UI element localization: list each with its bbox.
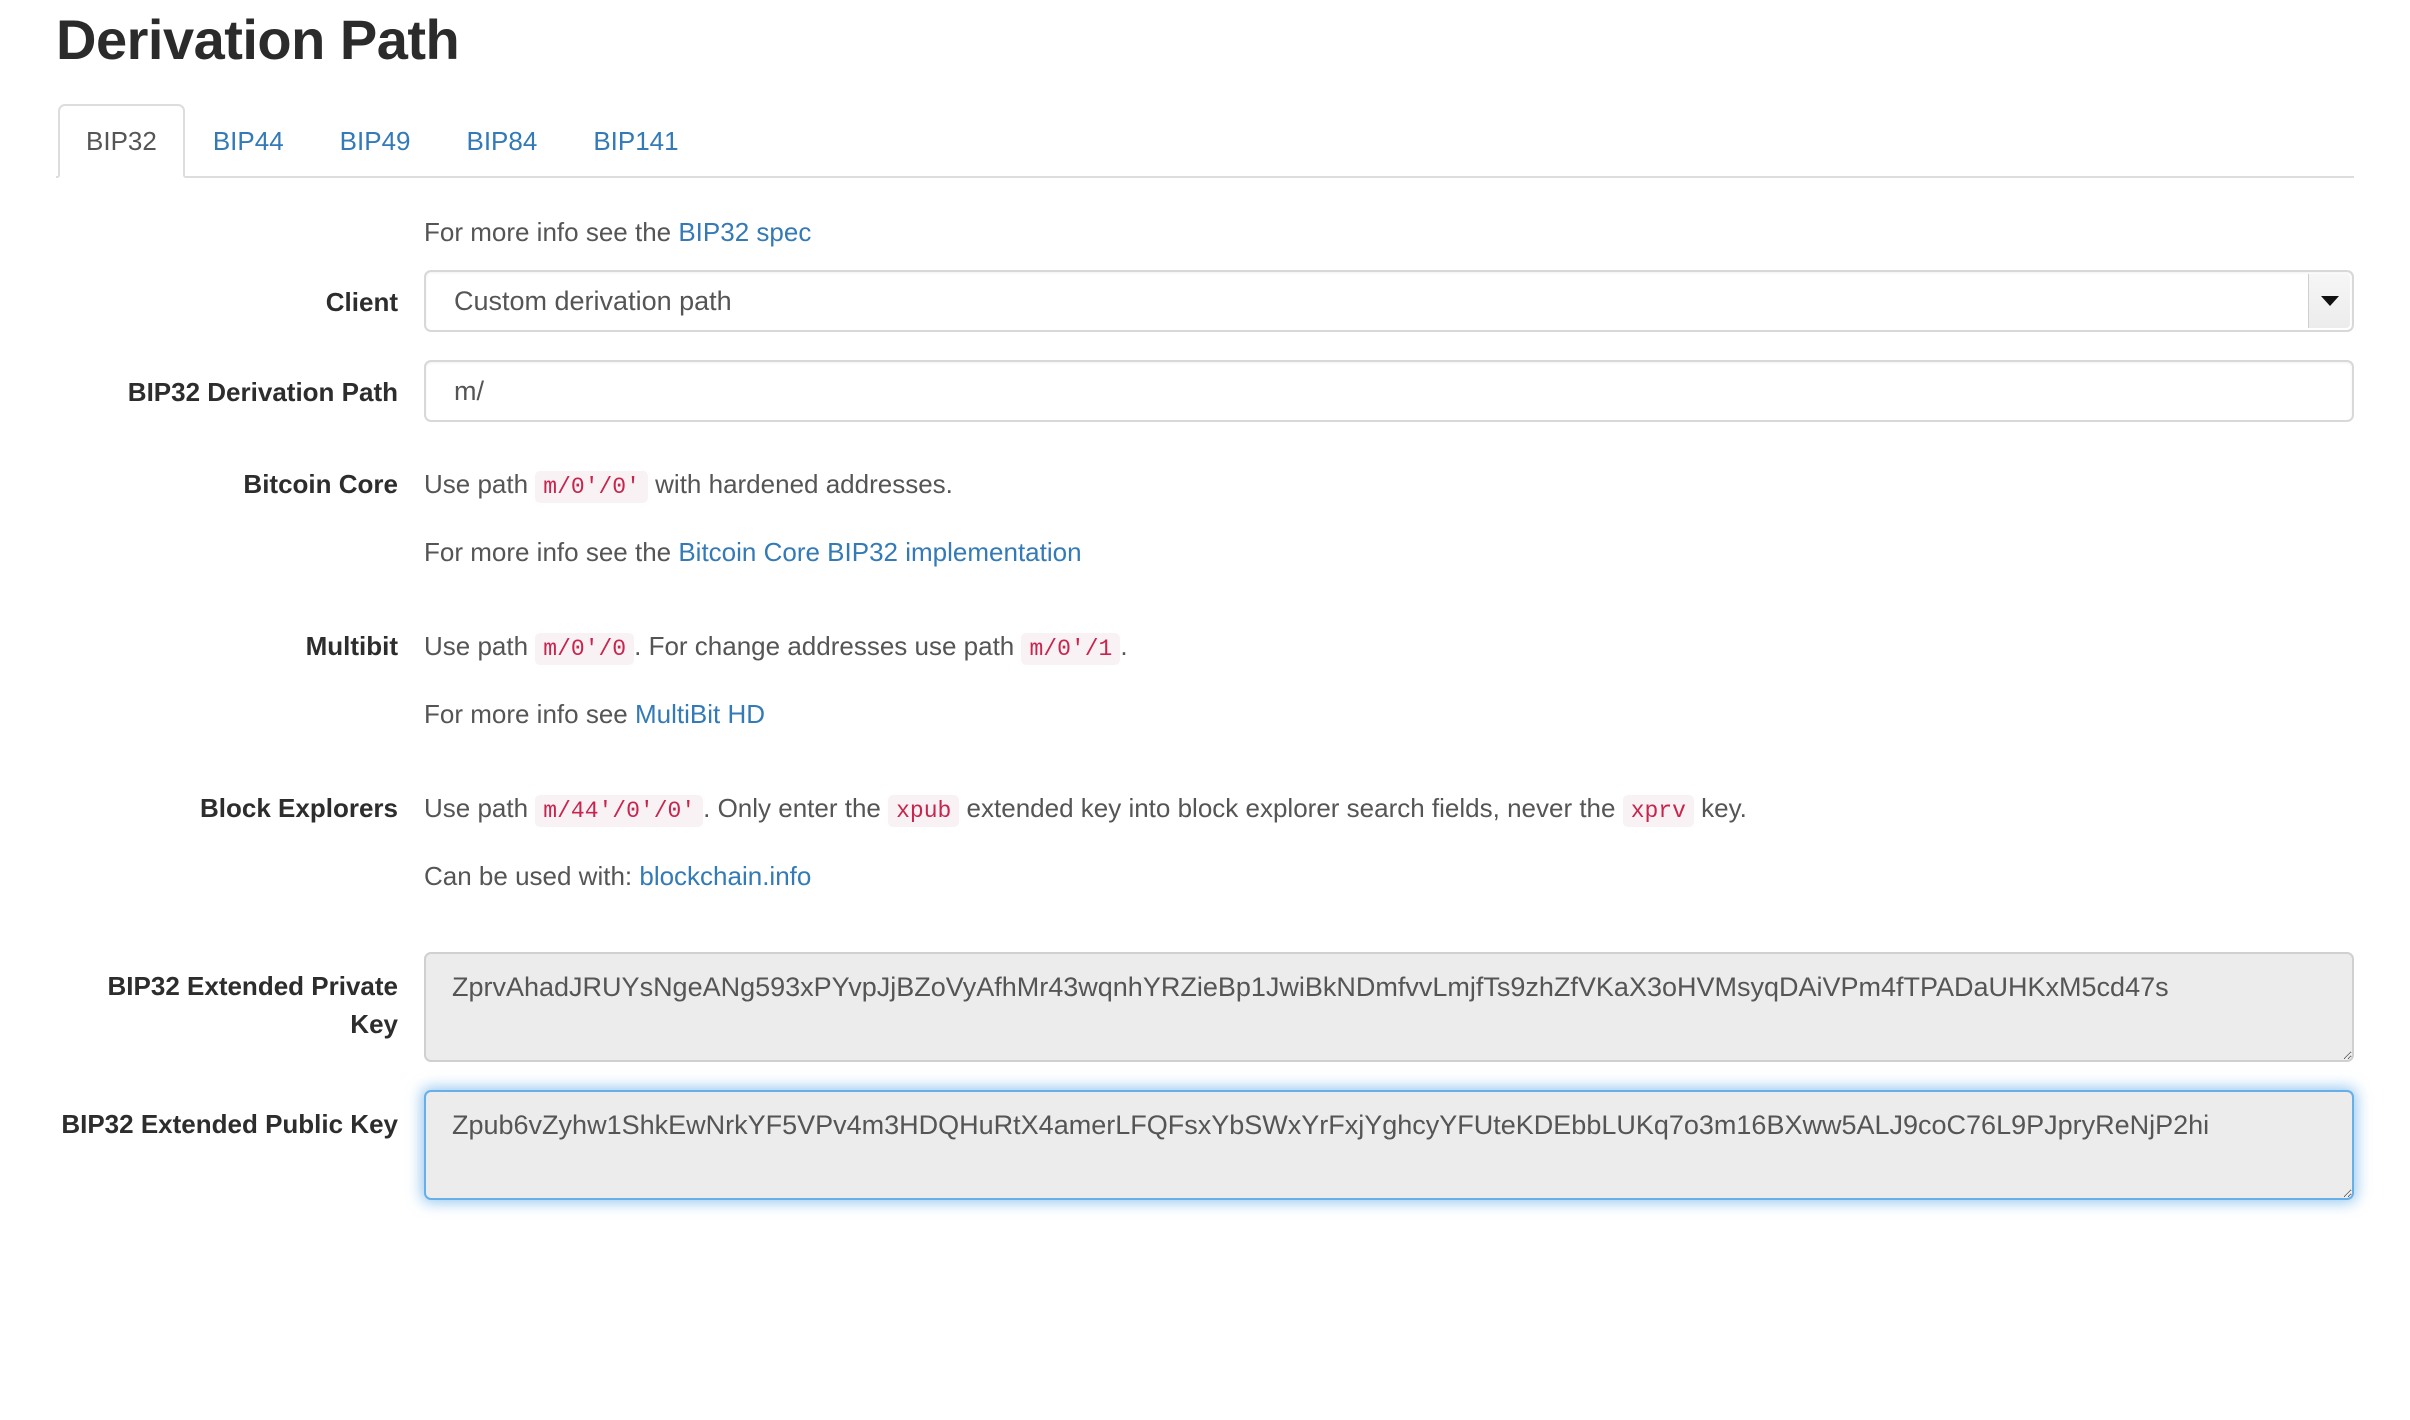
bitcoin-core-info-pre: For more info see the bbox=[424, 537, 679, 568]
xprv-code: xprv bbox=[1622, 795, 1694, 828]
spec-note-text: For more info see the bbox=[424, 217, 679, 248]
tab-bip141[interactable]: BIP141 bbox=[565, 104, 706, 178]
block-explorers-mid1: . Only enter the bbox=[703, 793, 889, 824]
multibit-post: . bbox=[1120, 631, 1128, 662]
spec-note: For more info see the BIP32 spec bbox=[424, 214, 2354, 252]
bitcoin-core-label: Bitcoin Core bbox=[243, 469, 398, 500]
block-explorers-pre: Use path bbox=[424, 793, 536, 824]
multibit-row: Multibit Use path m/0'/0. For change add… bbox=[56, 628, 2354, 734]
client-select[interactable]: Custom derivation path bbox=[424, 270, 2354, 333]
extended-public-key-row: BIP32 Extended Public Key Zpub6vZyhw1Shk… bbox=[56, 1090, 2354, 1201]
block-explorers-mid2: extended key into block explorer search … bbox=[959, 793, 1623, 824]
bitcoin-core-implementation-link[interactable]: Bitcoin Core BIP32 implementation bbox=[678, 537, 1081, 567]
extended-private-key-textarea[interactable]: ZprvAhadJRUYsNgeANg593xPYvpJjBZoVyAfhMr4… bbox=[424, 952, 2354, 1063]
block-explorers-path-code: m/44'/0'/0' bbox=[535, 795, 704, 828]
derivation-path-label: BIP32 Derivation Path bbox=[127, 377, 398, 408]
block-explorers-path-note: Use path m/44'/0'/0'. Only enter the xpu… bbox=[424, 790, 2354, 828]
bitcoin-core-info-note: For more info see the Bitcoin Core BIP32… bbox=[424, 534, 2354, 572]
tab-bip49[interactable]: BIP49 bbox=[312, 104, 439, 178]
tab-bip44[interactable]: BIP44 bbox=[185, 104, 312, 178]
derivation-path-row: BIP32 Derivation Path bbox=[56, 360, 2354, 423]
tab-bip32[interactable]: BIP32 bbox=[58, 104, 185, 179]
bip32-spec-link[interactable]: BIP32 spec bbox=[678, 217, 811, 247]
bitcoin-core-path-note: Use path m/0'/0' with hardened addresses… bbox=[424, 466, 2354, 504]
client-select-wrap: Custom derivation path bbox=[424, 270, 2354, 333]
spec-note-row: For more info see the BIP32 spec bbox=[56, 208, 2354, 270]
xpub-code: xpub bbox=[888, 795, 960, 828]
page-title: Derivation Path bbox=[56, 8, 460, 71]
block-explorers-usage-note: Can be used with: blockchain.info bbox=[424, 858, 2354, 896]
multibit-receive-path-code: m/0'/0 bbox=[535, 633, 635, 666]
block-explorers-row: Block Explorers Use path m/44'/0'/0'. On… bbox=[56, 790, 2354, 896]
client-label: Client bbox=[325, 287, 398, 318]
bitcoin-core-path-code: m/0'/0' bbox=[535, 471, 648, 504]
extended-private-key-label: BIP32 Extended Private Key bbox=[107, 971, 398, 1039]
derivation-path-input[interactable] bbox=[424, 360, 2354, 423]
tab-bar: BIP32 BIP44 BIP49 BIP84 BIP141 bbox=[56, 102, 2354, 179]
extended-public-key-label: BIP32 Extended Public Key bbox=[61, 1109, 398, 1140]
bitcoin-core-post: with hardened addresses. bbox=[647, 469, 953, 500]
blockchain-info-link[interactable]: blockchain.info bbox=[639, 861, 811, 891]
multibit-change-path-code: m/0'/1 bbox=[1021, 633, 1121, 666]
bitcoin-core-row: Bitcoin Core Use path m/0'/0' with harde… bbox=[56, 466, 2354, 572]
block-explorers-label: Block Explorers bbox=[200, 793, 398, 824]
multibit-info-pre: For more info see bbox=[424, 699, 635, 730]
multibit-hd-link[interactable]: MultiBit HD bbox=[635, 699, 765, 729]
derivation-form: For more info see the BIP32 spec Client … bbox=[56, 178, 2354, 1201]
extended-private-key-row: BIP32 Extended Private Key ZprvAhadJRUYs… bbox=[56, 952, 2354, 1063]
multibit-info-note: For more info see MultiBit HD bbox=[424, 696, 2354, 734]
derivation-path-page: Derivation Path BIP32 BIP44 BIP49 BIP84 … bbox=[0, 0, 2410, 1420]
multibit-mid: . For change addresses use path bbox=[634, 631, 1022, 662]
block-explorers-usage-pre: Can be used with: bbox=[424, 861, 640, 892]
client-row: Client Custom derivation path bbox=[56, 270, 2354, 333]
tab-bip84[interactable]: BIP84 bbox=[438, 104, 565, 178]
bitcoin-core-pre: Use path bbox=[424, 469, 536, 500]
multibit-label: Multibit bbox=[305, 631, 398, 662]
block-explorers-post: key. bbox=[1693, 793, 1747, 824]
multibit-pre: Use path bbox=[424, 631, 536, 662]
extended-public-key-textarea[interactable]: Zpub6vZyhw1ShkEwNrkYF5VPv4m3HDQHuRtX4ame… bbox=[424, 1090, 2354, 1201]
multibit-path-note: Use path m/0'/0. For change addresses us… bbox=[424, 628, 2354, 666]
